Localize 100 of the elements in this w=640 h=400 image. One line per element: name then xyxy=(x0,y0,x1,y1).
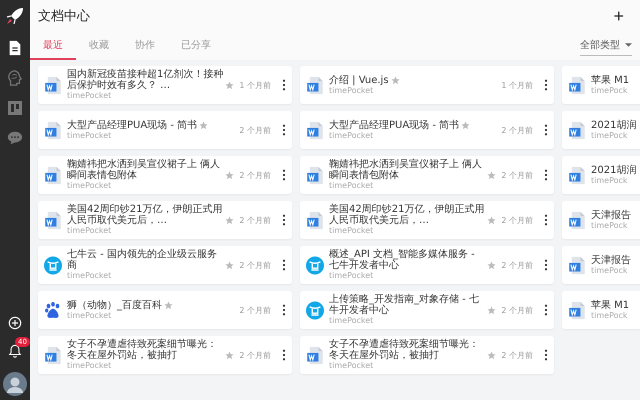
document-source: timePocket xyxy=(67,226,112,236)
document-card[interactable]: 鞠婧祎把水洒到吴宣仪裙子上 俩人瞬间表情包附体 timePocket 2 个月前 xyxy=(300,156,554,194)
star-icon[interactable] xyxy=(487,351,496,360)
document-time: 2 个月前 xyxy=(239,124,271,136)
document-source: timePock xyxy=(591,266,629,276)
document-card[interactable]: 女子不孕遭虐待致死案细节曝光：冬天在屋外罚站，被抽打 timePocket 2 个月前 xyxy=(300,336,554,374)
document-time: 1 个月前 xyxy=(501,80,533,90)
document-source: timePocket xyxy=(67,91,112,101)
document-source: timePocket xyxy=(329,271,374,281)
star-icon[interactable] xyxy=(225,261,234,270)
word-document-icon xyxy=(568,300,586,320)
star-icon[interactable] xyxy=(487,216,496,225)
word-document-icon xyxy=(568,256,586,274)
document-time: 2 个月前 xyxy=(239,260,271,270)
more-icon[interactable] xyxy=(544,214,548,226)
document-title: 鞠婧祎把水洒到吴宣仪裙子上 俩人瞬间表情包附体 xyxy=(329,159,484,181)
document-title: 美国42周印钞21万亿，伊朗正式用人民币取代美元后，… xyxy=(329,204,486,226)
document-card[interactable]: 七牛云 - 国内领先的企业级云服务商 timePocket 2 个月前 xyxy=(38,246,292,284)
chat-icon[interactable] xyxy=(7,130,23,146)
type-dropdown[interactable]: 全部类型 xyxy=(580,36,632,56)
more-icon[interactable] xyxy=(282,169,286,181)
document-card[interactable]: 狮（动物）_百度百科 timePocket 2 个月前 xyxy=(38,291,292,329)
tab[interactable]: 最近 xyxy=(30,32,76,60)
document-source: timePock xyxy=(591,130,629,140)
star-icon[interactable] xyxy=(487,306,496,315)
more-icon[interactable] xyxy=(282,259,286,271)
caret-icon xyxy=(625,43,632,47)
document-title: 介绍 | Vue.js xyxy=(329,74,389,86)
document-title: 苹果 M1 xyxy=(591,74,630,86)
document-card[interactable]: 苹果 M1 timePock xyxy=(562,66,640,104)
document-source: timePock xyxy=(591,176,629,186)
document-source: timePocket xyxy=(329,361,374,371)
more-icon[interactable] xyxy=(544,304,548,316)
more-icon[interactable] xyxy=(282,304,286,316)
document-source: timePocket xyxy=(67,310,112,320)
document-card[interactable]: 国内新冠疫苗接种超1亿剂次！接种后保护时效有多久？ … timePocket 1 个月前 xyxy=(38,66,292,104)
more-icon[interactable] xyxy=(282,349,286,361)
document-title: 大型产品经理PUA现场 - 简书 xyxy=(329,120,460,130)
star-icon[interactable] xyxy=(390,76,400,84)
document-card[interactable]: 鞠婧祎把水洒到吴宣仪裙子上 俩人瞬间表情包附体 timePocket 2 个月前 xyxy=(38,156,292,194)
star-icon[interactable] xyxy=(199,120,208,130)
document-card[interactable]: 美国42周印钞21万亿，伊朗正式用人民币取代美元后，… timePocket 2 个月前 xyxy=(300,201,554,239)
document-time: 2 个月前 xyxy=(501,260,533,270)
add-button[interactable]: + xyxy=(609,7,628,25)
document-title: 概述_API 文档_智能多媒体服务 - 七牛开发者中心 xyxy=(329,249,476,271)
document-card[interactable]: 2021胡润 timePock xyxy=(562,156,640,194)
document-time: 2 个月前 xyxy=(501,350,533,360)
document-title: 国内新冠疫苗接种超1亿剂次！接种后保护时效有多久？ … xyxy=(67,69,224,91)
star-icon[interactable] xyxy=(487,261,496,270)
document-title: 2021胡润 xyxy=(591,120,636,130)
avatar-icon[interactable] xyxy=(3,372,27,396)
more-icon[interactable] xyxy=(282,214,286,226)
cloud-logo-icon xyxy=(306,256,324,274)
document-card[interactable]: 大型产品经理PUA现场 - 简书 timePocket 2 个月前 xyxy=(38,111,292,149)
document-card[interactable]: 介绍 | Vue.js timePocket 1 个月前 xyxy=(300,66,554,104)
star-icon[interactable] xyxy=(225,351,234,360)
cloud-logo-icon xyxy=(44,256,62,274)
more-icon[interactable] xyxy=(544,349,548,361)
document-title: 女子不孕遭虐待致死案细节曝光：冬天在屋外罚站，被抽打 xyxy=(329,339,480,361)
document-card[interactable]: 天津报告 timePock xyxy=(562,201,640,239)
bell-icon[interactable] xyxy=(8,344,22,358)
star-icon[interactable] xyxy=(487,171,496,180)
document-card[interactable]: 大型产品经理PUA现场 - 简书 timePocket 2 个月前 xyxy=(300,111,554,149)
document-card[interactable]: 天津报告 timePock xyxy=(562,246,640,284)
more-icon[interactable] xyxy=(282,124,286,136)
document-time: 1 个月前 xyxy=(239,80,271,90)
word-document-icon xyxy=(306,76,324,94)
word-document-icon xyxy=(44,120,62,140)
board-icon[interactable] xyxy=(7,100,23,116)
more-icon[interactable] xyxy=(544,79,548,91)
more-icon[interactable] xyxy=(544,259,548,271)
word-document-icon xyxy=(568,120,586,140)
star-icon[interactable] xyxy=(461,120,470,130)
document-card[interactable]: 女子不孕遭虐待致死案细节曝光：冬天在屋外罚站，被抽打 timePocket 2 个月前 xyxy=(38,336,292,374)
document-time: 2 个月前 xyxy=(239,304,271,316)
document-card[interactable]: 2021胡润 timePock xyxy=(562,111,640,149)
page-title: 文档中心 xyxy=(38,8,90,25)
document-card[interactable]: 概述_API 文档_智能多媒体服务 - 七牛开发者中心 timePocket 2 个月前 xyxy=(300,246,554,284)
more-icon[interactable] xyxy=(282,79,286,91)
star-icon[interactable] xyxy=(225,171,234,180)
star-icon[interactable] xyxy=(225,81,234,90)
document-card[interactable]: 上传策略_开发指南_对象存储 - 七牛开发者中心 timePocket 2 个月前 xyxy=(300,291,554,329)
document-card[interactable]: 苹果 M1 timePock xyxy=(562,291,640,329)
add-circle-icon[interactable] xyxy=(8,316,22,330)
word-document-icon xyxy=(44,346,62,364)
word-document-icon xyxy=(306,346,324,364)
more-icon[interactable] xyxy=(544,169,548,181)
document-icon[interactable] xyxy=(7,40,23,56)
document-time: 2 个月前 xyxy=(239,170,271,180)
word-document-icon xyxy=(568,166,586,184)
word-document-icon xyxy=(306,120,324,140)
document-source: timePocket xyxy=(329,181,374,191)
more-icon[interactable] xyxy=(544,124,548,136)
star-icon[interactable] xyxy=(225,216,234,225)
star-icon[interactable] xyxy=(164,300,173,310)
word-document-icon xyxy=(44,76,62,94)
document-card[interactable]: 美国42周印钞21万亿，伊朗正式用人民币取代美元后，… timePocket 2 个月前 xyxy=(38,201,292,239)
head-icon[interactable] xyxy=(7,70,23,86)
document-title: 狮（动物）_百度百科 xyxy=(67,300,162,310)
word-document-icon xyxy=(44,210,62,230)
